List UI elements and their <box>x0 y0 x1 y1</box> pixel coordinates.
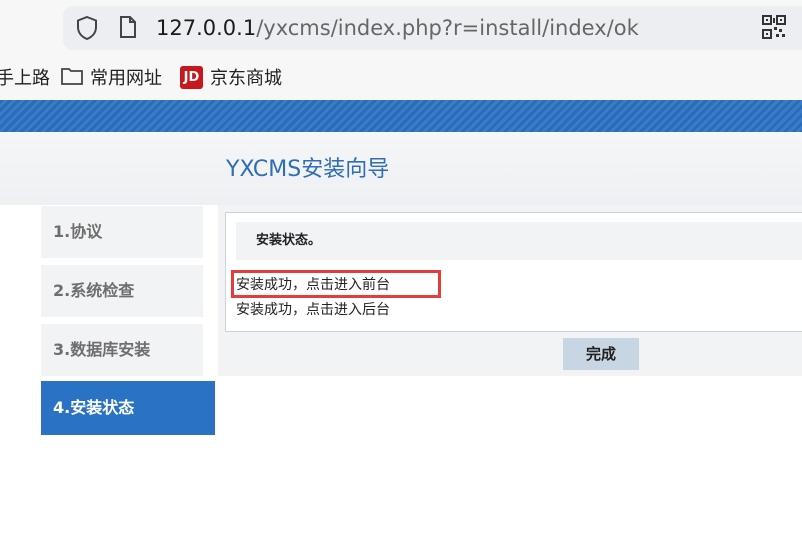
folder-icon <box>61 68 83 85</box>
bookmark-item-getting-started[interactable]: 手上路 <box>0 68 50 90</box>
done-button[interactable]: 完成 <box>563 338 639 370</box>
page-icon <box>120 16 136 38</box>
step-agreement[interactable]: 1.协议 <box>41 206 203 258</box>
panel-heading: 安装状态。 <box>256 233 322 248</box>
enter-backend-link[interactable]: 安装成功，点击进入后台 <box>236 301 390 319</box>
url-path: /yxcms/index.php?r=install/index/ok <box>256 16 639 40</box>
bookmark-item-common-sites[interactable]: 常用网址 <box>90 68 162 90</box>
header-stripe <box>0 100 802 132</box>
page-title: YXCMS安装向导 <box>226 157 390 182</box>
jd-logo-icon: JD <box>180 66 203 89</box>
shield-icon[interactable] <box>76 16 98 40</box>
highlight-box <box>231 270 441 298</box>
url-text[interactable]: 127.0.0.1/yxcms/index.php?r=install/inde… <box>156 14 639 42</box>
step-install-status[interactable]: 4.安装状态 <box>41 381 215 435</box>
step-system-check[interactable]: 2.系统检查 <box>41 265 203 317</box>
qr-code-icon[interactable] <box>762 15 786 39</box>
title-bar <box>0 132 802 205</box>
url-host: 127.0.0.1 <box>156 16 257 40</box>
step-database-install[interactable]: 3.数据库安装 <box>41 324 203 376</box>
bookmark-item-jd[interactable]: 京东商城 <box>210 68 282 90</box>
